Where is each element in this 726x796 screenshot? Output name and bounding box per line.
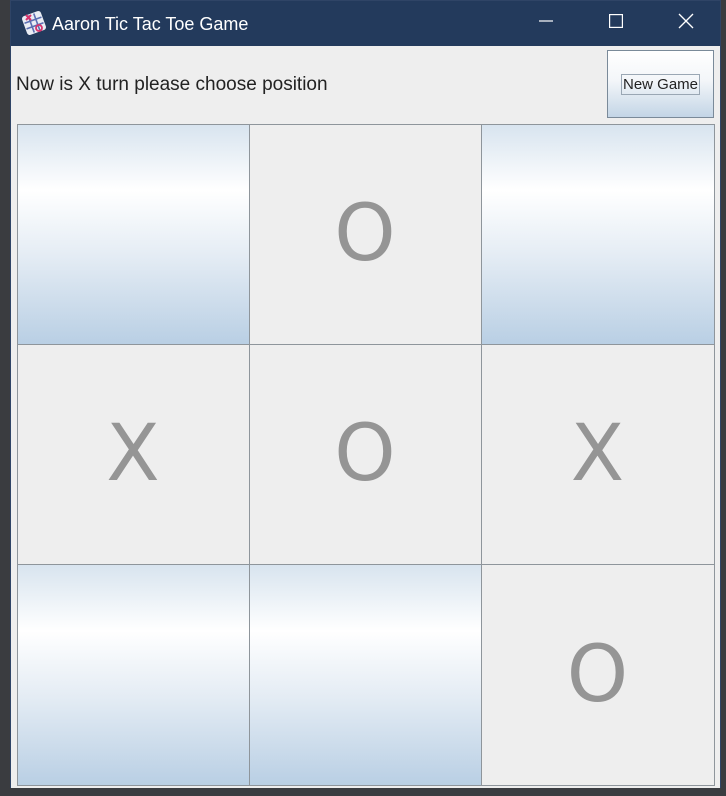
board-cell-r2c2[interactable]: O [248, 343, 482, 565]
maximize-icon [609, 14, 624, 33]
game-board: O X O X O [16, 123, 715, 786]
board-cell-r1c3[interactable] [480, 123, 715, 345]
title-bar[interactable]: Aaron Tic Tac Toe Game [11, 1, 720, 46]
game-panel: Now is X turn please choose position New… [11, 46, 720, 788]
board-cell-r2c1[interactable]: X [16, 343, 250, 565]
minimize-button[interactable] [511, 1, 581, 46]
window-title: Aaron Tic Tac Toe Game [52, 14, 249, 34]
close-button[interactable] [651, 1, 721, 46]
board-cell-r2c3[interactable]: X [480, 343, 715, 565]
new-game-button[interactable]: New Game [607, 50, 714, 118]
board-cell-r3c2[interactable] [248, 563, 482, 786]
minimize-icon [539, 14, 553, 33]
turn-status-label: Now is X turn please choose position [16, 74, 328, 95]
app-tic-tac-toe-icon [22, 11, 46, 35]
board-cell-r1c2[interactable]: O [248, 123, 482, 345]
board-cell-r1c1[interactable] [16, 123, 250, 345]
board-cell-r3c3[interactable]: O [480, 563, 715, 786]
new-game-label: New Game [620, 73, 701, 95]
close-icon [678, 13, 694, 34]
board-cell-r3c1[interactable] [16, 563, 250, 786]
app-window: Aaron Tic Tac Toe Game Now is X turn ple… [10, 0, 721, 788]
maximize-button[interactable] [581, 1, 651, 46]
